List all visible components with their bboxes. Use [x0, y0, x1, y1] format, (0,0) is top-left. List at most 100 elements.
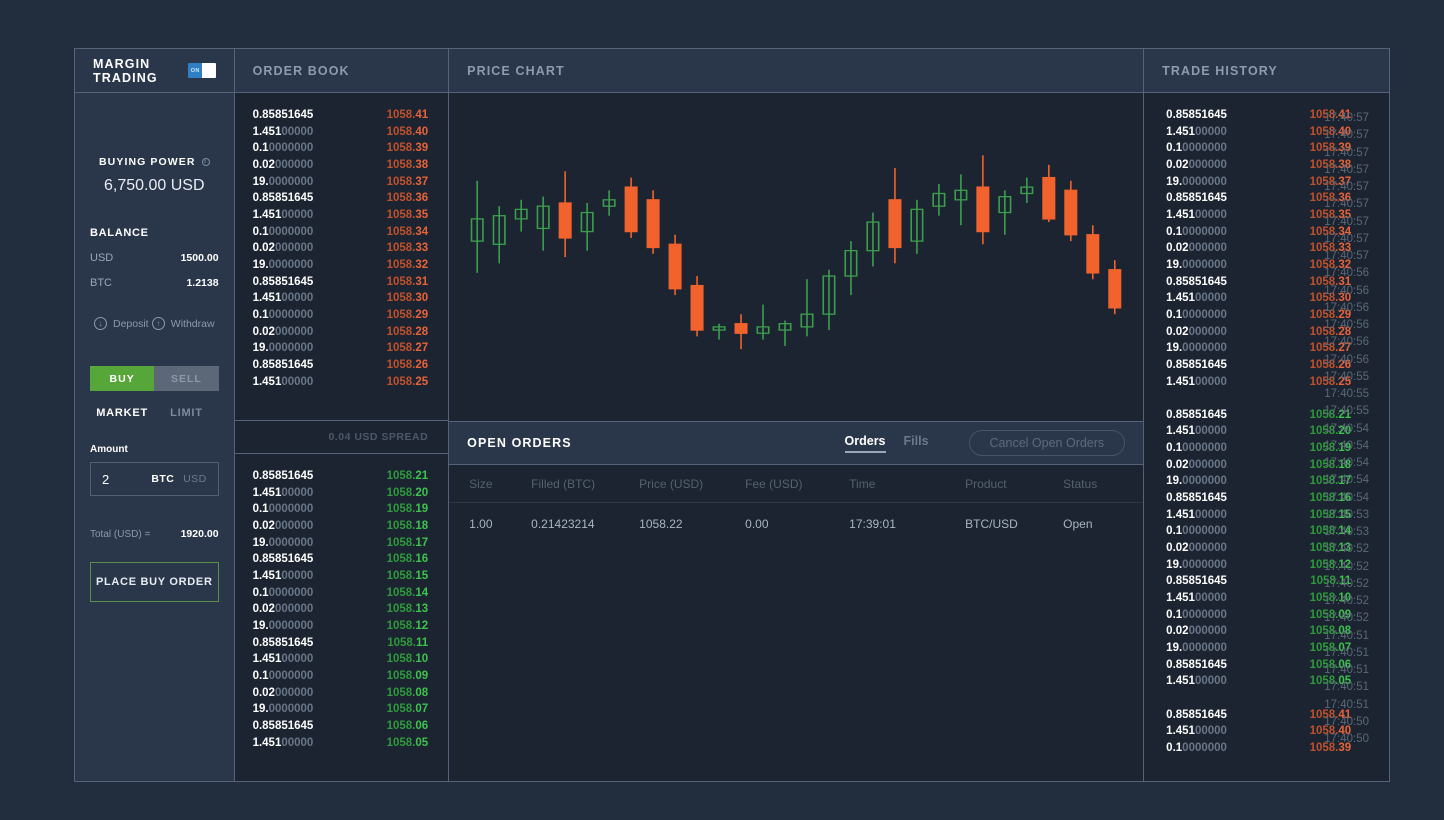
order-book-row[interactable]: 1.45100000 1058.15 [253, 568, 429, 585]
order-price-integer: 1058. [386, 358, 416, 371]
trade-size: 0.10000000 [1166, 525, 1227, 538]
trade-size: 19.0000000 [1166, 342, 1227, 355]
order-book-header: ORDER BOOK [234, 49, 449, 93]
buy-tab[interactable]: BUY [90, 366, 155, 391]
market-tab[interactable]: MARKET [90, 407, 154, 419]
order-size: 0.02000000 [252, 603, 314, 616]
trade-time: 17:40:56 [1324, 336, 1369, 349]
col-size: Size [469, 476, 493, 491]
trade-history-body[interactable]: 0.85851645 1058.41 1.45100000 1058.40 0.1000… [1144, 93, 1389, 781]
trade-time: 17:40:55 [1324, 370, 1369, 383]
order-size: 0.02000000 [252, 686, 314, 699]
trade-size-trailing: 00000 [1194, 125, 1227, 138]
trade-time: 17:40:56 [1324, 319, 1369, 331]
balance-row-usd: USD 1500.00 [90, 252, 219, 264]
order-price: 1058.37 [386, 175, 429, 188]
order-book-row[interactable]: 0.10000000 1058.19 [253, 501, 429, 518]
order-book-row[interactable]: 1.45100000 1058.25 [253, 374, 429, 391]
order-book-row[interactable]: 0.10000000 1058.14 [253, 585, 429, 602]
order-price-integer: 1058. [386, 342, 416, 355]
order-book-row[interactable]: 0.10000000 1058.29 [253, 307, 429, 324]
order-book-row[interactable]: 19.0000000 1058.12 [253, 618, 429, 635]
info-icon[interactable]: i [201, 158, 210, 166]
order-book-row[interactable]: 19.0000000 1058.27 [253, 340, 429, 357]
order-size-trailing: 00000 [281, 486, 314, 499]
order-book-row[interactable]: 0.02000000 1058.18 [253, 518, 429, 535]
order-book-row[interactable]: 0.85851645 1058.11 [253, 635, 429, 652]
order-book-asks[interactable]: 0.85851645 1058.41 1.45100000 1058.40 0.1000… [235, 93, 449, 390]
order-book-row[interactable]: 1.45100000 1058.35 [253, 207, 429, 224]
deposit-button[interactable]: ↓ Deposit [94, 317, 149, 330]
order-book-row[interactable]: 0.02000000 1058.28 [253, 324, 429, 341]
order-book-row[interactable]: 0.85851645 1058.16 [253, 551, 429, 568]
order-price-integer: 1058. [386, 619, 416, 632]
unit-btc-toggle[interactable]: BTC [151, 473, 174, 485]
order-book-row[interactable]: 1.45100000 1058.05 [253, 735, 429, 752]
trade-size-trailing: 00000 [1194, 292, 1227, 305]
cancel-open-orders-button[interactable]: Cancel Open Orders [968, 430, 1126, 456]
order-book-row[interactable]: 0.02000000 1058.13 [253, 601, 429, 618]
order-book-row[interactable]: 0.85851645 1058.06 [253, 718, 429, 735]
order-price: 1058.21 [386, 470, 429, 482]
order-price-integer: 1058. [386, 586, 416, 599]
order-price-integer: 1058. [386, 275, 416, 288]
order-size-trailing: 0000000 [268, 503, 314, 516]
order-book-row[interactable]: 1.45100000 1058.30 [253, 290, 429, 307]
order-price: 1058.05 [386, 736, 429, 749]
limit-tab[interactable]: LIMIT [154, 407, 218, 419]
order-price-integer: 1058. [386, 719, 416, 732]
order-book-row[interactable]: 1.45100000 1058.40 [253, 124, 429, 141]
order-book-row[interactable]: 0.85851645 1058.26 [253, 357, 429, 374]
order-book-row[interactable]: 0.85851645 1058.41 [253, 107, 429, 124]
order-price: 1058.20 [386, 486, 429, 499]
order-price-integer: 1058. [386, 536, 416, 549]
tab-orders[interactable]: Orders [844, 434, 886, 453]
withdraw-button[interactable]: ↑ Withdraw [151, 317, 215, 330]
order-book-row[interactable]: 0.10000000 1058.09 [253, 668, 429, 685]
order-book-row[interactable]: 19.0000000 1058.17 [253, 535, 429, 552]
order-book-row[interactable]: 0.85851645 1058.21 [253, 468, 429, 485]
order-price: 1058.11 [387, 636, 429, 649]
place-buy-order-button[interactable]: PLACE BUY ORDER [90, 562, 219, 602]
balance-currency-btc: BTC [90, 277, 112, 289]
order-size: 19.0000000 [252, 536, 314, 549]
order-price: 1058.38 [386, 158, 429, 171]
order-book-row[interactable]: 0.02000000 1058.33 [253, 240, 429, 257]
order-book-row[interactable]: 19.0000000 1058.07 [253, 701, 429, 718]
order-book-row[interactable]: 19.0000000 1058.37 [253, 174, 429, 191]
trade-size-trailing: 0000000 [1182, 142, 1227, 155]
order-book-row[interactable]: 0.02000000 1058.38 [253, 157, 429, 174]
order-book-row[interactable]: 1.45100000 1058.10 [253, 651, 429, 668]
trade-time: 17:40:56 [1324, 267, 1369, 280]
open-orders-title: OPEN ORDERS [467, 436, 572, 450]
trade-size-trailing: 0000000 [1182, 175, 1227, 188]
order-book-row[interactable]: 19.0000000 1058.32 [253, 257, 429, 274]
order-price-integer: 1058. [386, 736, 416, 749]
trading-app: MARGIN TRADING ON BUYING POWER i 6,750.0… [0, 0, 1444, 820]
trade-size: 1.45100000 [1166, 592, 1227, 605]
order-book-row[interactable]: 0.85851645 1058.31 [253, 274, 429, 291]
order-price-integer: 1058. [386, 375, 416, 388]
trade-time: 17:40:52 [1324, 543, 1369, 556]
col-product: Product [965, 476, 1007, 491]
order-price-integer: 1058. [386, 142, 416, 155]
order-book-row[interactable]: 0.02000000 1058.08 [253, 685, 429, 702]
order-book-bids[interactable]: 0.85851645 1058.21 1.45100000 1058.20 0.1000… [235, 454, 449, 751]
trade-size: 0.02000000 [1166, 542, 1227, 555]
trade-time: 17:40:56 [1324, 301, 1369, 314]
open-orders-table: Size Filled (BTC) Price (USD) Fee (USD) … [449, 465, 1144, 781]
price-chart[interactable] [449, 93, 1144, 421]
trade-size-trailing: 00000 [1194, 725, 1227, 738]
tab-fills[interactable]: Fills [904, 434, 929, 453]
order-book-row[interactable]: 0.85851645 1058.36 [253, 190, 429, 207]
amount-input[interactable]: 2 BTC USD [90, 462, 219, 496]
sell-tab[interactable]: SELL [154, 366, 219, 391]
order-book-row[interactable]: 0.10000000 1058.39 [253, 140, 429, 157]
table-row[interactable]: 1.00 0.21423214 1058.22 0.00 17:39:01 BT… [449, 503, 1143, 545]
order-book-row[interactable]: 1.45100000 1058.20 [253, 485, 429, 502]
order-book-row[interactable]: 0.10000000 1058.34 [253, 224, 429, 241]
order-price-integer: 1058. [386, 653, 416, 666]
order-size: 0.10000000 [252, 586, 314, 599]
unit-usd-toggle[interactable]: USD [183, 473, 206, 485]
margin-trading-toggle[interactable]: ON [188, 63, 216, 78]
